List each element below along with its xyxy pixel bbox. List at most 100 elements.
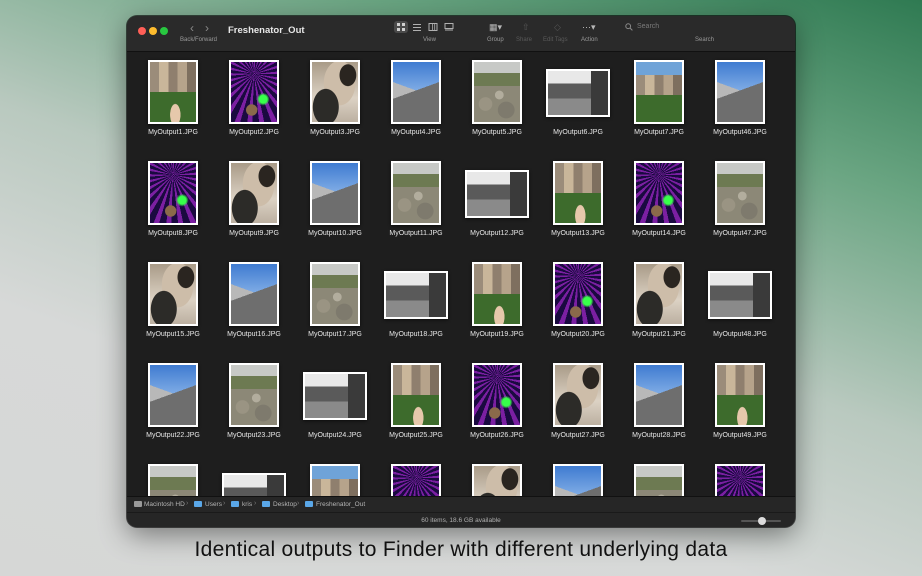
file-thumbnail[interactable] xyxy=(391,60,441,124)
file-thumbnail[interactable] xyxy=(472,262,522,326)
path-item-freshenator-out[interactable]: Freshenator_Out xyxy=(316,501,365,508)
file-item[interactable]: MyOutput18.JPG xyxy=(378,259,454,349)
file-item[interactable] xyxy=(702,461,778,496)
file-thumbnail[interactable] xyxy=(553,262,603,326)
gallery-view-button[interactable] xyxy=(442,21,456,33)
path-item-desktop[interactable]: Desktop xyxy=(273,501,297,508)
file-item[interactable]: MyOutput7.JPG xyxy=(621,57,697,147)
file-thumbnail[interactable] xyxy=(708,271,772,319)
file-thumbnail[interactable] xyxy=(634,60,684,124)
file-item[interactable]: MyOutput3.JPG xyxy=(297,57,373,147)
action-ellipsis-icon[interactable]: ⋯▾ xyxy=(582,22,596,32)
file-thumbnail[interactable] xyxy=(229,262,279,326)
file-thumbnail[interactable] xyxy=(391,464,441,496)
file-item[interactable]: MyOutput49.JPG xyxy=(702,360,778,450)
file-item[interactable]: MyOutput24.JPG xyxy=(297,360,373,450)
path-item-kris[interactable]: kris xyxy=(242,501,252,508)
icon-size-slider-knob[interactable] xyxy=(758,517,766,525)
file-thumbnail[interactable] xyxy=(391,161,441,225)
file-thumbnail[interactable] xyxy=(310,262,360,326)
file-item[interactable] xyxy=(540,461,616,496)
file-thumbnail[interactable] xyxy=(229,363,279,427)
file-thumbnail[interactable] xyxy=(148,262,198,326)
icon-view-button[interactable] xyxy=(394,21,408,33)
file-thumbnail[interactable] xyxy=(229,161,279,225)
file-item[interactable]: MyOutput8.JPG xyxy=(135,158,211,248)
file-thumbnail[interactable] xyxy=(715,161,765,225)
file-thumbnail[interactable] xyxy=(553,464,603,496)
file-thumbnail[interactable] xyxy=(310,60,360,124)
file-thumbnail[interactable] xyxy=(148,161,198,225)
file-thumbnail[interactable] xyxy=(465,170,529,218)
close-button[interactable] xyxy=(138,27,146,35)
file-item[interactable]: MyOutput23.JPG xyxy=(216,360,292,450)
file-item[interactable]: MyOutput46.JPG xyxy=(702,57,778,147)
file-thumbnail[interactable] xyxy=(715,60,765,124)
path-item-users[interactable]: Users xyxy=(205,501,222,508)
file-thumbnail[interactable] xyxy=(391,363,441,427)
file-item[interactable]: MyOutput14.JPG xyxy=(621,158,697,248)
file-item[interactable]: MyOutput17.JPG xyxy=(297,259,373,349)
forward-chevron-icon[interactable]: › xyxy=(205,22,209,34)
file-thumbnail[interactable] xyxy=(229,60,279,124)
file-thumbnail[interactable] xyxy=(310,464,360,496)
file-thumbnail[interactable] xyxy=(634,464,684,496)
file-item[interactable]: MyOutput22.JPG xyxy=(135,360,211,450)
file-item[interactable] xyxy=(378,461,454,496)
file-item[interactable]: MyOutput20.JPG xyxy=(540,259,616,349)
file-item[interactable]: MyOutput1.JPG xyxy=(135,57,211,147)
file-item[interactable]: MyOutput25.JPG xyxy=(378,360,454,450)
file-thumbnail[interactable] xyxy=(472,464,522,496)
file-thumbnail[interactable] xyxy=(148,60,198,124)
file-thumbnail[interactable] xyxy=(546,69,610,117)
file-item[interactable]: MyOutput21.JPG xyxy=(621,259,697,349)
file-item[interactable]: MyOutput27.JPG xyxy=(540,360,616,450)
file-item[interactable]: MyOutput5.JPG xyxy=(459,57,535,147)
file-thumbnail[interactable] xyxy=(553,161,603,225)
file-thumbnail[interactable] xyxy=(303,372,367,420)
zoom-button[interactable] xyxy=(160,27,168,35)
file-thumbnail[interactable] xyxy=(634,161,684,225)
file-item[interactable]: MyOutput16.JPG xyxy=(216,259,292,349)
file-item[interactable] xyxy=(297,461,373,496)
file-thumbnail[interactable] xyxy=(715,464,765,496)
file-thumbnail[interactable] xyxy=(715,363,765,427)
minimize-button[interactable] xyxy=(149,27,157,35)
path-separator-chevron-icon: › xyxy=(297,500,300,507)
file-thumbnail[interactable] xyxy=(634,363,684,427)
file-item[interactable]: MyOutput9.JPG xyxy=(216,158,292,248)
file-item[interactable] xyxy=(459,461,535,496)
path-item-macintosh-hd[interactable]: Macintosh HD xyxy=(144,501,185,508)
back-chevron-icon[interactable]: ‹ xyxy=(190,22,194,34)
file-item[interactable]: MyOutput28.JPG xyxy=(621,360,697,450)
group-icon[interactable]: ▦▾ xyxy=(489,22,502,32)
column-view-button[interactable] xyxy=(426,21,440,33)
file-item[interactable]: MyOutput48.JPG xyxy=(702,259,778,349)
file-item[interactable]: MyOutput10.JPG xyxy=(297,158,373,248)
file-item[interactable]: MyOutput19.JPG xyxy=(459,259,535,349)
file-thumbnail[interactable] xyxy=(384,271,448,319)
file-thumbnail[interactable] xyxy=(148,363,198,427)
file-item[interactable] xyxy=(621,461,697,496)
search-field[interactable]: Search xyxy=(619,21,787,35)
file-item[interactable]: MyOutput4.JPG xyxy=(378,57,454,147)
photo-preview xyxy=(312,62,358,122)
file-thumbnail[interactable] xyxy=(148,464,198,496)
file-thumbnail[interactable] xyxy=(553,363,603,427)
file-thumbnail[interactable] xyxy=(472,60,522,124)
file-thumbnail[interactable] xyxy=(472,363,522,427)
file-item[interactable]: MyOutput2.JPG xyxy=(216,57,292,147)
file-item[interactable]: MyOutput26.JPG xyxy=(459,360,535,450)
list-view-button[interactable] xyxy=(410,21,424,33)
file-thumbnail[interactable] xyxy=(222,473,286,496)
file-thumbnail[interactable] xyxy=(634,262,684,326)
file-thumbnail[interactable] xyxy=(310,161,360,225)
file-item[interactable] xyxy=(135,461,211,496)
file-item[interactable] xyxy=(216,461,292,496)
file-item[interactable]: MyOutput6.JPG xyxy=(540,57,616,147)
file-item[interactable]: MyOutput15.JPG xyxy=(135,259,211,349)
file-item[interactable]: MyOutput47.JPG xyxy=(702,158,778,248)
file-item[interactable]: MyOutput13.JPG xyxy=(540,158,616,248)
file-item[interactable]: MyOutput11.JPG xyxy=(378,158,454,248)
file-item[interactable]: MyOutput12.JPG xyxy=(459,158,535,248)
